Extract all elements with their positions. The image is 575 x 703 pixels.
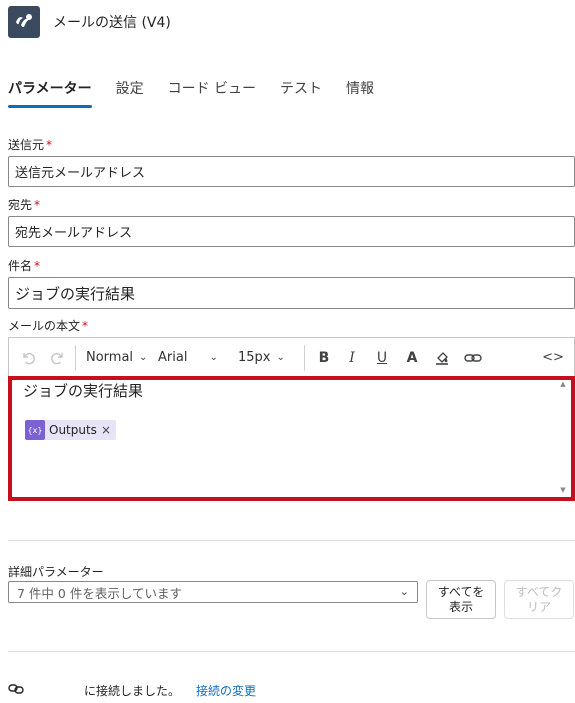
from-field[interactable]: 送信元メールアドレス <box>8 156 575 187</box>
section-divider <box>8 651 575 652</box>
tab-settings[interactable]: 設定 <box>116 72 144 108</box>
panel-header: メールの送信 (V4) <box>8 6 171 38</box>
subject-label: 件名 * <box>8 259 41 273</box>
section-divider <box>8 540 575 541</box>
font-family-dropdown[interactable]: Arial ⌄ <box>158 343 236 373</box>
tab-test[interactable]: テスト <box>280 72 322 108</box>
change-connection-link[interactable]: 接続の変更 <box>196 682 256 699</box>
editor-text: ジョブの実行結果 <box>23 382 144 400</box>
chevron-down-icon: ⌄ <box>139 352 148 363</box>
clear-all-button[interactable]: すべてク リア <box>504 580 574 619</box>
expression-icon: {x} <box>25 420 45 440</box>
required-mark: * <box>46 138 53 152</box>
token-label: Outputs <box>49 423 97 437</box>
connection-icon <box>8 682 24 699</box>
from-label: 送信元 * <box>8 138 53 152</box>
font-color-icon[interactable]: A <box>397 343 427 373</box>
scroll-down-icon[interactable]: ▼ <box>558 486 568 494</box>
subject-field[interactable]: ジョブの実行結果 <box>8 277 575 309</box>
chevron-down-icon: ⌄ <box>209 352 218 363</box>
rich-text-editor: Normal ⌄ Arial ⌄ 15px ⌄ B I U A <> ジョブの実行結果… <box>8 337 575 501</box>
font-size-dropdown[interactable]: 15px ⌄ <box>238 343 298 373</box>
body-label: メールの本文 * <box>8 319 89 333</box>
chevron-down-icon: ⌄ <box>399 585 409 598</box>
redo-icon[interactable] <box>47 343 69 373</box>
scroll-up-icon[interactable]: ▲ <box>558 380 568 388</box>
toolbar-divider <box>304 344 305 371</box>
underline-icon[interactable]: U <box>367 343 397 373</box>
tab-parameters[interactable]: パラメーター <box>8 72 92 108</box>
toolbar-divider <box>75 344 76 371</box>
show-all-button[interactable]: すべてを 表示 <box>426 580 496 619</box>
remove-token-icon[interactable]: × <box>101 423 111 437</box>
to-label: 宛先 * <box>8 198 41 212</box>
chevron-down-icon: ⌄ <box>276 352 285 363</box>
bold-icon[interactable]: B <box>311 343 337 373</box>
required-mark: * <box>34 198 41 212</box>
link-icon[interactable] <box>457 343 489 373</box>
connection-status: に接続しました。 <box>84 683 181 698</box>
paragraph-style-dropdown[interactable]: Normal ⌄ <box>82 343 154 373</box>
dynamic-content-token[interactable]: {x} Outputs × <box>25 420 116 440</box>
editor-toolbar: Normal ⌄ Arial ⌄ 15px ⌄ B I U A <> <box>9 338 574 378</box>
to-field[interactable]: 宛先メールアドレス <box>8 216 575 247</box>
code-view-icon[interactable]: <> <box>538 343 568 373</box>
advanced-params-label: 詳細パラメーター <box>8 565 104 579</box>
action-title: メールの送信 (V4) <box>53 15 171 31</box>
sendgrid-logo-icon <box>8 6 40 38</box>
editor-content[interactable]: ジョブの実行結果 {x} Outputs × ▲ ▼ <box>8 376 575 501</box>
highlight-color-icon[interactable] <box>427 343 457 373</box>
tab-bar: パラメーター 設定 コード ビュー テスト 情報 <box>8 72 398 108</box>
required-mark: * <box>34 259 41 273</box>
advanced-params-select[interactable]: 7 件中 0 件を表示しています ⌄ <box>8 581 418 603</box>
connection-row: に接続しました。 接続の変更 <box>8 681 256 699</box>
undo-icon[interactable] <box>17 343 39 373</box>
tab-info[interactable]: 情報 <box>346 72 374 108</box>
editor-scrollbar[interactable]: ▲ ▼ <box>558 380 568 494</box>
required-mark: * <box>82 319 89 333</box>
tab-code-view[interactable]: コード ビュー <box>168 72 256 108</box>
italic-icon[interactable]: I <box>337 343 367 373</box>
